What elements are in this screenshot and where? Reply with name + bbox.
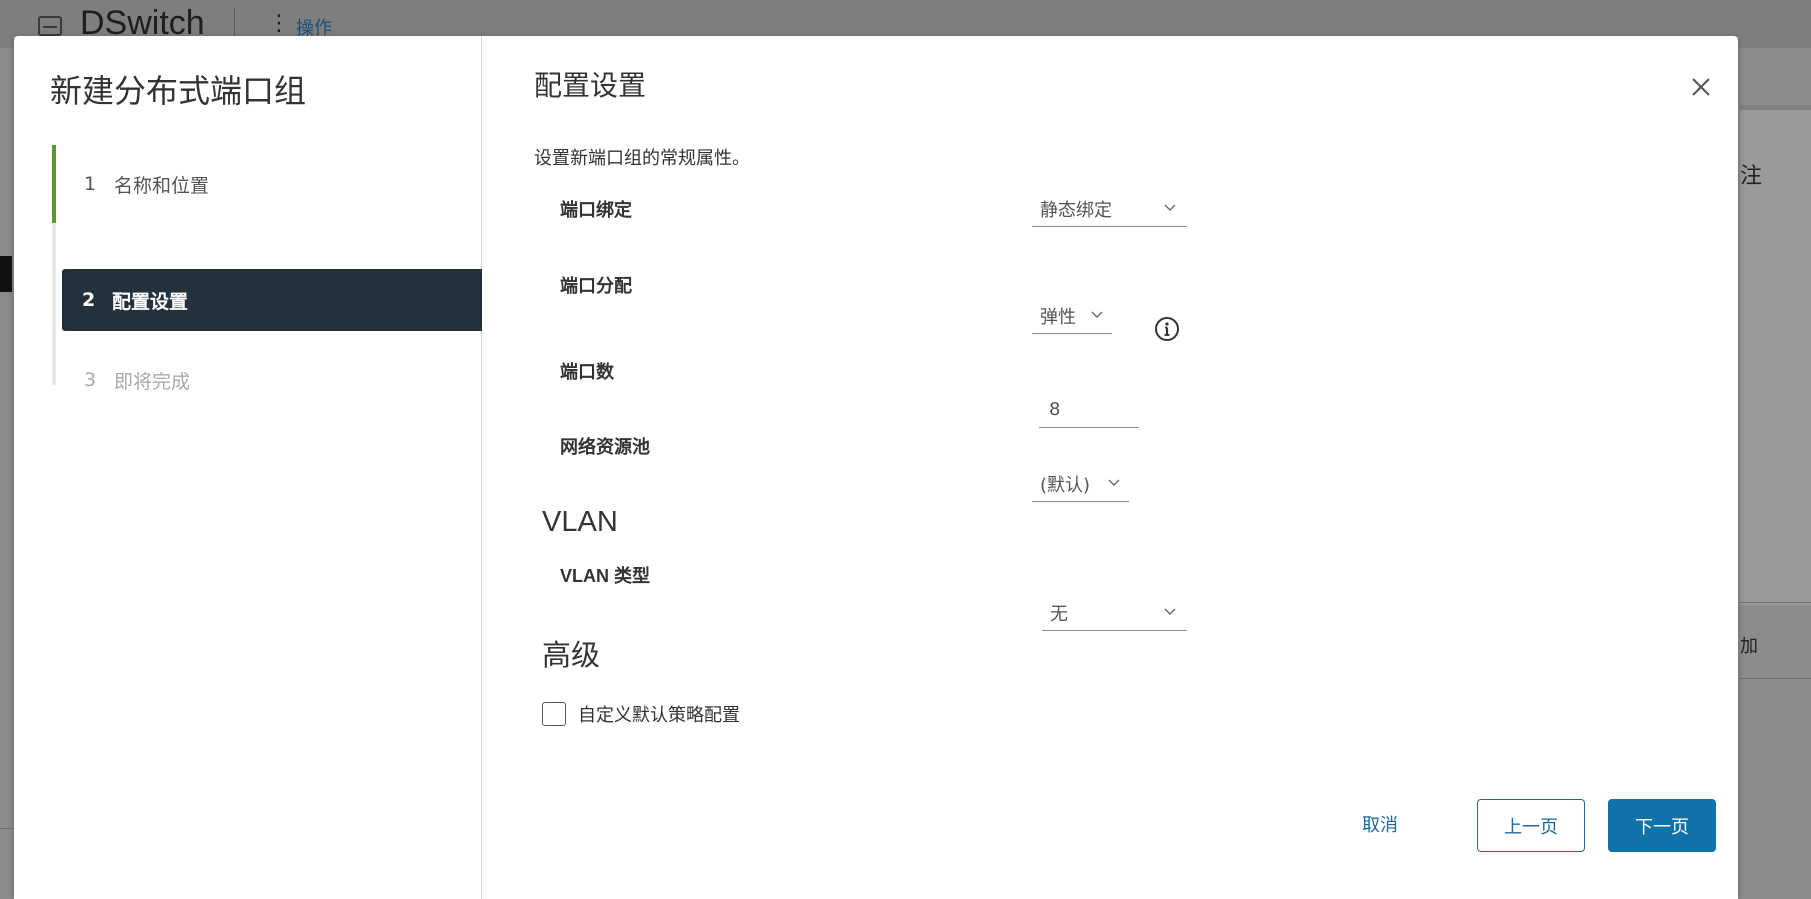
vlan-type-select[interactable]: 无: [1042, 595, 1187, 631]
divider: [0, 828, 14, 829]
info-icon[interactable]: [1154, 316, 1180, 342]
page-subtitle: 设置新端口组的常规属性。: [534, 148, 750, 169]
background-label: 注: [1740, 164, 1763, 189]
port-count-value: 8: [1049, 399, 1061, 420]
cancel-button[interactable]: 取消: [1330, 799, 1430, 849]
port-count-input[interactable]: 8: [1039, 392, 1139, 428]
port-binding-select[interactable]: 静态绑定: [1032, 191, 1187, 227]
port-binding-value: 静态绑定: [1040, 199, 1112, 221]
step-number: 2: [82, 289, 96, 311]
vlan-type-label: VLAN 类型: [560, 566, 650, 586]
port-allocation-select[interactable]: 弹性: [1032, 298, 1112, 334]
chevron-down-icon: [1164, 204, 1176, 211]
customize-policy-label: 自定义默认策略配置: [578, 705, 740, 726]
port-allocation-value: 弹性: [1040, 306, 1076, 328]
step-label: 即将完成: [114, 370, 191, 393]
page-title: 配置设置: [534, 69, 647, 102]
step-number: 3: [84, 369, 97, 391]
step-label: 配置设置: [112, 290, 189, 313]
back-button[interactable]: 上一页: [1477, 799, 1585, 852]
wizard-sidebar: 新建分布式端口组 1 名称和位置 2 配置设置 3 即将完成: [14, 36, 482, 899]
background-selected-row: [0, 256, 12, 292]
close-button[interactable]: [1688, 74, 1714, 100]
step-ready-to-complete: 3 即将完成: [52, 349, 482, 411]
customize-policy-option[interactable]: 自定义默认策略配置: [542, 701, 740, 727]
chevron-down-icon: [1164, 608, 1176, 615]
switch-icon: [38, 16, 62, 36]
divider: [1740, 678, 1811, 679]
network-pool-select[interactable]: (默认): [1032, 466, 1129, 502]
background-panel-border: [1740, 105, 1811, 110]
vlan-heading: VLAN: [542, 506, 618, 538]
chevron-down-icon: [1108, 479, 1120, 486]
next-button[interactable]: 下一页: [1608, 799, 1716, 852]
background-label: 加: [1740, 636, 1758, 657]
kebab-icon: ⋮: [268, 11, 290, 36]
step-configure-settings[interactable]: 2 配置设置: [62, 269, 482, 331]
divider: [1740, 602, 1811, 603]
port-binding-label: 端口绑定: [560, 200, 632, 221]
network-pool-value: (默认): [1040, 474, 1091, 496]
port-count-label: 端口数: [560, 362, 614, 383]
port-allocation-label: 端口分配: [560, 276, 632, 297]
step-name-and-location[interactable]: 1 名称和位置: [52, 153, 482, 215]
advanced-heading: 高级: [542, 640, 601, 672]
step-number: 1: [84, 173, 97, 195]
wizard-title: 新建分布式端口组: [50, 72, 307, 110]
vlan-type-value: 无: [1050, 603, 1068, 625]
step-label: 名称和位置: [114, 174, 210, 197]
new-port-group-dialog: 新建分布式端口组 1 名称和位置 2 配置设置 3 即将完成 配置设置 设置新端…: [14, 36, 1738, 899]
wizard-content: 配置设置 设置新端口组的常规属性。 端口绑定 静态绑定 端口分配 弹性 端口数 …: [482, 36, 1738, 899]
chevron-down-icon: [1091, 311, 1103, 318]
customize-policy-checkbox[interactable]: [542, 702, 566, 726]
close-icon: [1692, 78, 1710, 96]
network-pool-label: 网络资源池: [560, 437, 650, 458]
